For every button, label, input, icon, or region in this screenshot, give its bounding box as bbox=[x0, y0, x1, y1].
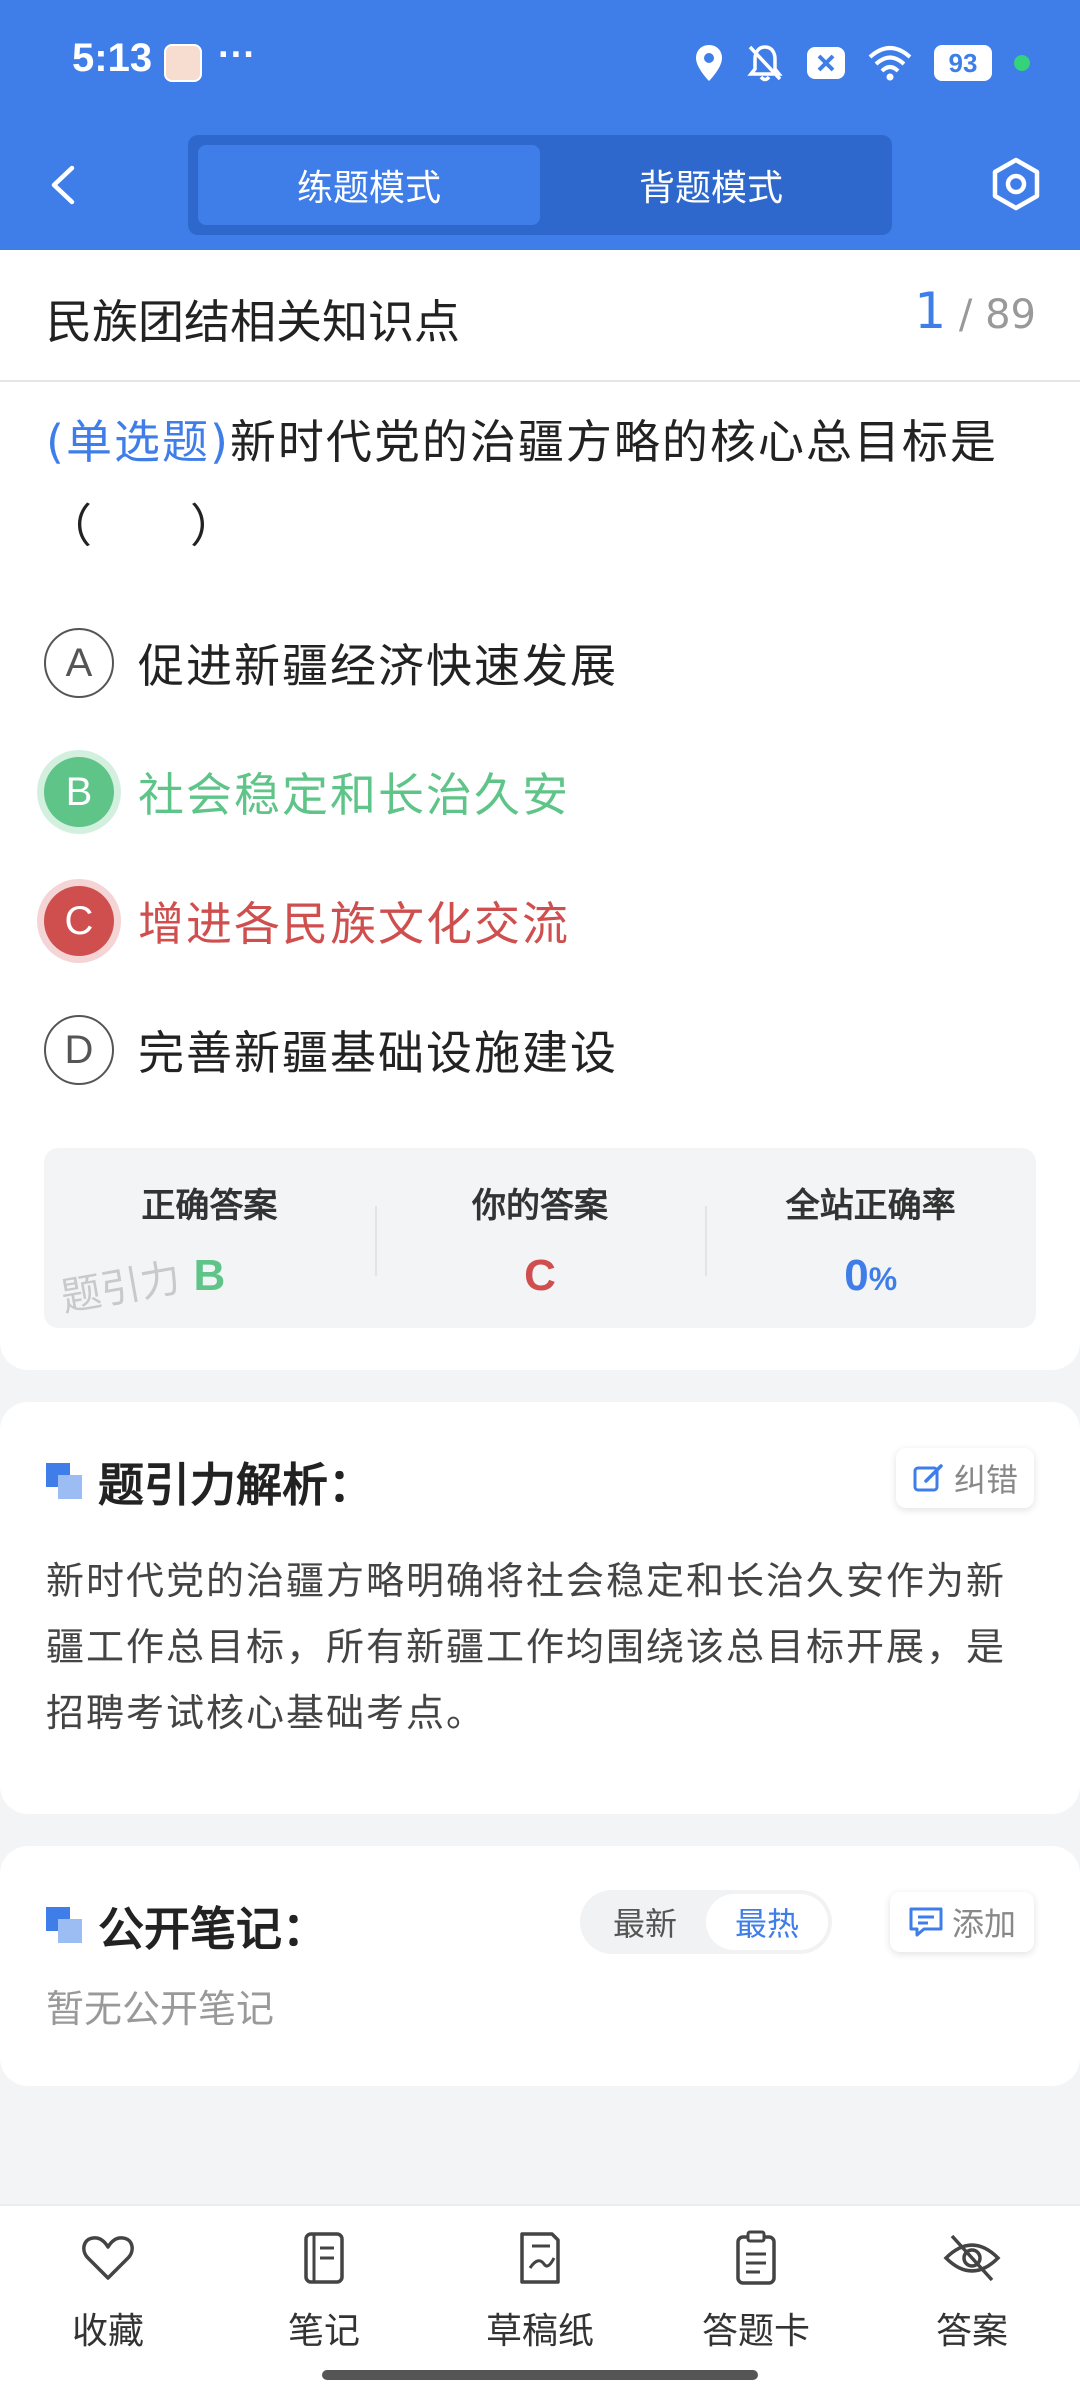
notes-header: 公开笔记： bbox=[46, 1896, 328, 1956]
report-error-label: 纠错 bbox=[953, 1461, 1018, 1499]
notes-title: 公开笔记： bbox=[98, 1902, 328, 1956]
question-card: 民族团结相关知识点 1 / 89 (单选题)新时代党的治疆方略的核心总目标是（ … bbox=[0, 250, 1080, 1370]
status-time: 5:13 bbox=[72, 36, 153, 80]
wifi-icon bbox=[868, 46, 912, 81]
option-letter: B bbox=[44, 757, 114, 827]
category-title: 民族团结相关知识点 bbox=[46, 295, 460, 349]
nav-favorite-label: 收藏 bbox=[71, 2311, 144, 2352]
mode-switch: 练题模式 背题模式 bbox=[188, 135, 892, 235]
option-a[interactable]: A 促进新疆经济快速发展 bbox=[44, 623, 618, 703]
back-arrow-icon[interactable] bbox=[40, 160, 90, 210]
nav-answer-card-label: 答题卡 bbox=[701, 2311, 810, 2352]
settings-icon[interactable] bbox=[988, 156, 1044, 212]
option-letter: D bbox=[44, 1015, 114, 1085]
battery-indicator: 93 bbox=[934, 45, 992, 81]
accuracy-rate-value: 0% bbox=[844, 1251, 897, 1301]
sort-latest-button[interactable]: 最新 bbox=[584, 1894, 706, 1950]
tab-practice-mode[interactable]: 练题模式 bbox=[198, 145, 540, 225]
question-progress: 1 / 89 bbox=[914, 282, 1036, 340]
tab-memorize-mode[interactable]: 背题模式 bbox=[540, 145, 882, 225]
option-letter: A bbox=[44, 628, 114, 698]
section-icon bbox=[46, 1907, 84, 1945]
category-row: 民族团结相关知识点 1 / 89 bbox=[0, 250, 1080, 382]
accuracy-rate-label: 全站正确率 bbox=[785, 1186, 956, 1226]
notification-avatar-icon bbox=[164, 44, 202, 82]
more-notifications-icon: ··· bbox=[218, 34, 256, 76]
analysis-card: 题引力解析： 纠错 新时代党的治疆方略明确将社会稳定和长治久安作为新疆工作总目标… bbox=[0, 1402, 1080, 1814]
option-letter: C bbox=[44, 886, 114, 956]
accuracy-rate-block: 全站正确率 0% bbox=[705, 1148, 1036, 1328]
option-text: 社会稳定和长治久安 bbox=[138, 768, 570, 822]
edit-icon bbox=[913, 1464, 943, 1492]
privacy-indicator-dot bbox=[1014, 55, 1030, 71]
empty-notes-text: 暂无公开笔记 bbox=[46, 1987, 275, 2031]
accuracy-rate-number: 0 bbox=[844, 1251, 869, 1300]
nav-notes[interactable]: 笔记 bbox=[244, 2228, 404, 2354]
mute-bell-icon bbox=[747, 45, 783, 82]
option-b[interactable]: B 社会稳定和长治久安 bbox=[44, 752, 570, 832]
nav-scratch-paper[interactable]: 草稿纸 bbox=[460, 2228, 620, 2354]
option-c[interactable]: C 增进各民族文化交流 bbox=[44, 881, 570, 961]
correct-answer-block: 正确答案 B 题引力 bbox=[44, 1148, 375, 1328]
watermark: 题引力 bbox=[57, 1255, 184, 1322]
question-text: (单选题)新时代党的治疆方略的核心总目标是（ ） bbox=[46, 400, 1036, 568]
sort-hot-button[interactable]: 最热 bbox=[706, 1894, 828, 1950]
question-type-label: (单选题) bbox=[46, 415, 230, 469]
your-answer-label: 你的答案 bbox=[472, 1186, 608, 1226]
comment-add-icon bbox=[909, 1907, 943, 1937]
nav-answer-label: 答案 bbox=[935, 2311, 1008, 2352]
nav-scratch-label: 草稿纸 bbox=[485, 2311, 594, 2352]
nav-answer-toggle[interactable]: 答案 bbox=[892, 2228, 1052, 2354]
option-text: 增进各民族文化交流 bbox=[138, 897, 570, 951]
add-note-label: 添加 bbox=[951, 1905, 1016, 1943]
total-questions: / 89 bbox=[958, 292, 1036, 338]
home-indicator[interactable] bbox=[322, 2370, 758, 2380]
heart-icon bbox=[82, 2236, 134, 2280]
nav-favorite[interactable]: 收藏 bbox=[28, 2228, 188, 2354]
option-text: 完善新疆基础设施建设 bbox=[138, 1026, 618, 1080]
eye-off-icon bbox=[943, 2234, 1001, 2282]
section-icon bbox=[46, 1463, 84, 1501]
analysis-title: 题引力解析： bbox=[98, 1458, 374, 1512]
analysis-text: 新时代党的治疆方略明确将社会稳定和长治久安作为新疆工作总目标，所有新疆工作均围绕… bbox=[46, 1559, 1007, 1735]
your-answer-value: C bbox=[524, 1251, 556, 1300]
location-icon bbox=[696, 45, 722, 81]
your-answer-block: 你的答案 C bbox=[374, 1148, 706, 1328]
data-saver-icon bbox=[807, 47, 845, 79]
add-note-button[interactable]: 添加 bbox=[890, 1892, 1034, 1952]
report-error-button[interactable]: 纠错 bbox=[896, 1448, 1034, 1508]
public-notes-card: 公开笔记： 最新 最热 添加 暂无公开笔记 bbox=[0, 1846, 1080, 2086]
correct-answer-label: 正确答案 bbox=[141, 1186, 278, 1226]
current-question-number: 1 bbox=[914, 282, 947, 340]
notebook-icon bbox=[304, 2232, 344, 2284]
top-bar: 5:13 ··· 93 练题模式 背题模式 bbox=[0, 0, 1080, 250]
clipboard-icon bbox=[736, 2230, 776, 2285]
accuracy-rate-unit: % bbox=[868, 1261, 898, 1297]
nav-notes-label: 笔记 bbox=[287, 2311, 360, 2352]
answer-summary-panel: 正确答案 B 题引力 你的答案 C 全站正确率 0% bbox=[44, 1148, 1036, 1328]
notes-sort-toggle: 最新 最热 bbox=[580, 1890, 832, 1954]
option-d[interactable]: D 完善新疆基础设施建设 bbox=[44, 1010, 618, 1090]
nav-answer-card[interactable]: 答题卡 bbox=[676, 2228, 836, 2354]
status-icons: 93 bbox=[694, 40, 1030, 86]
analysis-header: 题引力解析： bbox=[46, 1452, 374, 1512]
draft-paper-icon bbox=[520, 2232, 560, 2284]
option-text: 促进新疆经济快速发展 bbox=[138, 639, 618, 693]
correct-answer-value: B bbox=[193, 1251, 226, 1300]
